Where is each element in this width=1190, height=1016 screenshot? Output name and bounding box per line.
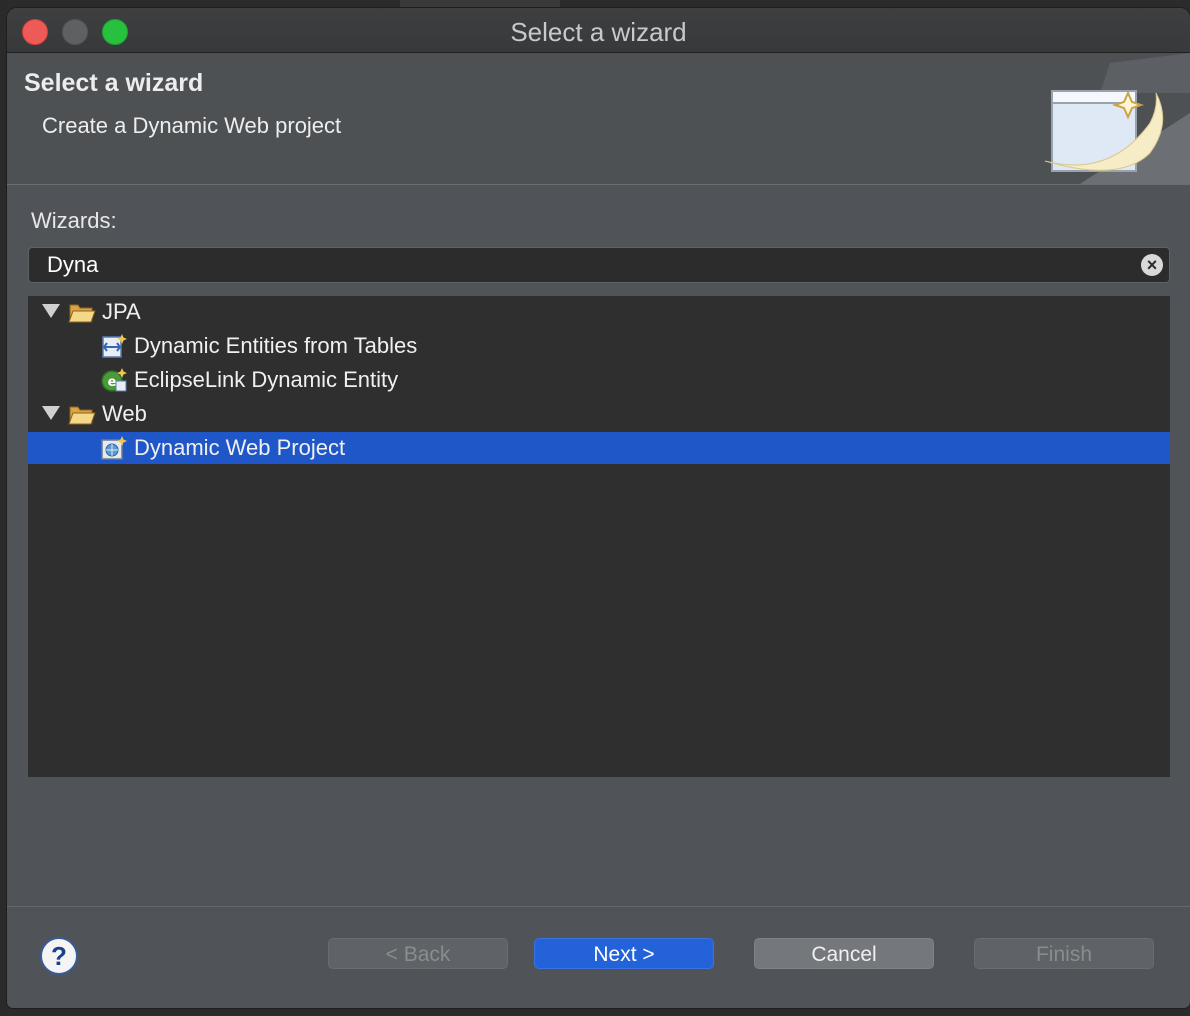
expand-triangle-icon[interactable]	[42, 304, 60, 318]
tree-category-jpa[interactable]: JPA	[28, 296, 1170, 328]
svg-text:e: e	[108, 375, 117, 390]
wizard-filter-input[interactable]	[47, 251, 1127, 279]
tree-label: Web	[102, 401, 147, 426]
clear-filter-icon[interactable]: ×	[1141, 254, 1163, 276]
wizard-header: Select a wizard Create a Dynamic Web pro…	[7, 53, 1190, 185]
title-bar: Select a wizard	[7, 8, 1190, 53]
background-ide-top	[400, 0, 560, 8]
tree-label: EclipseLink Dynamic Entity	[134, 367, 399, 392]
web-project-icon	[101, 436, 127, 460]
window-title: Select a wizard	[510, 17, 687, 47]
back-button[interactable]: < Back	[328, 938, 508, 969]
tree-item-eclipselink-entity[interactable]: e EclipseLink Dynamic Entity	[28, 364, 1170, 396]
entities-wizard-icon	[102, 334, 127, 358]
header-subtitle: Create a Dynamic Web project	[42, 113, 342, 138]
cancel-button[interactable]: Cancel	[754, 938, 934, 969]
wizard-banner-icon	[1044, 53, 1190, 184]
wizard-dialog: Select a wizard Select a wizard Create a…	[7, 8, 1190, 1008]
expand-triangle-icon[interactable]	[42, 406, 60, 420]
eclipselink-entity-icon: e	[101, 368, 127, 392]
wizard-tree[interactable]: JPA Dynamic Entities from Tables e Eclip…	[28, 296, 1170, 777]
folder-open-icon	[68, 304, 96, 323]
wizards-label: Wizards:	[31, 208, 117, 233]
footer-separator	[7, 906, 1190, 907]
folder-open-icon	[68, 406, 96, 425]
tree-category-web[interactable]: Web	[28, 398, 1170, 430]
next-button[interactable]: Next >	[534, 938, 714, 969]
tree-label: Dynamic Entities from Tables	[134, 333, 418, 358]
header-title: Select a wizard	[24, 69, 204, 97]
wizard-filter-field: ×	[28, 247, 1170, 283]
tree-item-dynamic-entities[interactable]: Dynamic Entities from Tables	[28, 330, 1170, 362]
help-icon[interactable]: ?	[40, 937, 78, 975]
finish-button[interactable]: Finish	[974, 938, 1154, 969]
tree-label: Dynamic Web Project	[134, 435, 346, 460]
tree-item-dynamic-web-project[interactable]: Dynamic Web Project	[28, 432, 1170, 464]
tree-label: JPA	[102, 299, 141, 324]
